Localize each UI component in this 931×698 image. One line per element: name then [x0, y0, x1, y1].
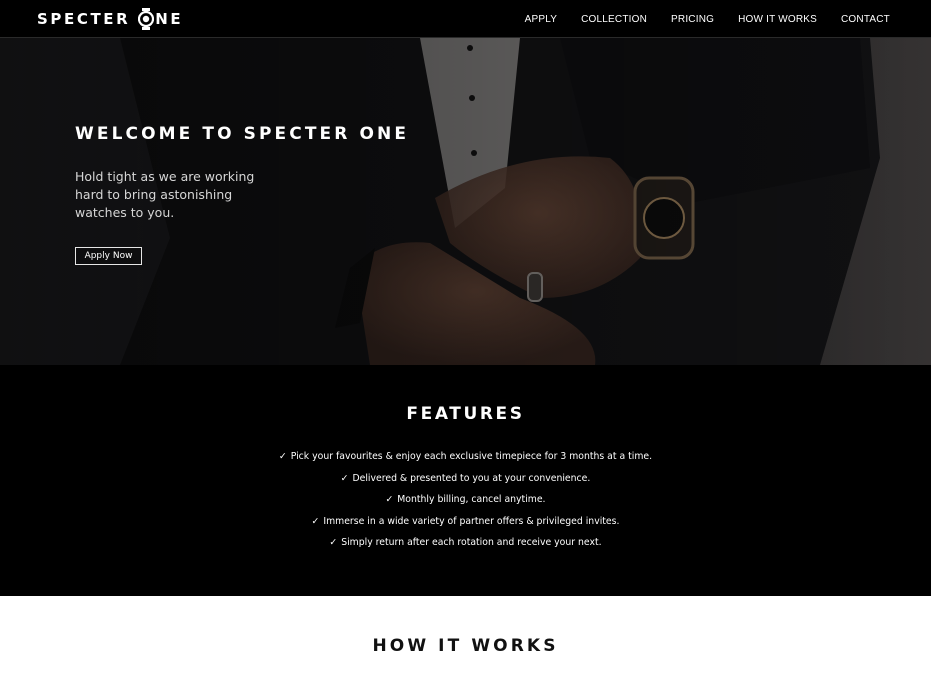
feature-text: Monthly billing, cancel anytime. — [397, 494, 546, 505]
navbar: SPECTER NE APPLY COLLECTION PRICING HOW … — [0, 0, 931, 38]
apply-now-button[interactable]: Apply Now — [75, 247, 142, 265]
main-nav: APPLY COLLECTION PRICING HOW IT WORKS CO… — [501, 0, 890, 38]
hero-subtitle: Hold tight as we are working hard to bri… — [75, 169, 255, 220]
logo-text-specter: SPECTER — [37, 10, 131, 28]
how-it-works-section: HOW IT WORKS — [0, 596, 931, 698]
feature-item: ✓ Immerse in a wide variety of partner of… — [0, 515, 931, 537]
feature-text: Delivered & presented to you at your con… — [352, 472, 591, 484]
check-icon: ✓ — [278, 451, 287, 462]
nav-apply[interactable]: APPLY — [525, 14, 558, 25]
feature-text: Simply return after each rotation and re… — [341, 537, 602, 548]
brand-logo[interactable]: SPECTER NE — [37, 8, 183, 30]
nav-pricing[interactable]: PRICING — [671, 14, 714, 25]
how-it-works-title: HOW IT WORKS — [372, 636, 559, 656]
watch-o-icon — [138, 8, 155, 30]
feature-text: Pick your favourites & enjoy each exclus… — [290, 451, 653, 462]
nav-contact[interactable]: CONTACT — [841, 14, 890, 25]
features-section: FEATURES ✓ Pick your favourites & enjoy e… — [0, 365, 931, 596]
check-icon: ✓ — [311, 515, 320, 527]
nav-collection[interactable]: COLLECTION — [581, 14, 647, 25]
check-icon: ✓ — [385, 494, 394, 505]
logo-text-ne: NE — [155, 10, 184, 28]
feature-item: ✓ Delivered & presented to you at your co… — [0, 472, 931, 494]
features-title: FEATURES — [406, 404, 525, 424]
check-icon: ✓ — [340, 472, 349, 484]
feature-item: ✓ Pick your favourites & enjoy each exclu… — [0, 450, 931, 472]
features-list: ✓ Pick your favourites & enjoy each exclu… — [0, 450, 931, 558]
logo-word-one: NE — [130, 8, 183, 30]
check-icon: ✓ — [329, 537, 338, 548]
nav-how-it-works[interactable]: HOW IT WORKS — [738, 14, 817, 25]
feature-item: ✓ Simply return after each rotation and r… — [0, 536, 931, 558]
hero-title: WELCOME TO SPECTER ONE — [75, 124, 410, 144]
hero-section: WELCOME TO SPECTER ONE Hold tight as we … — [0, 38, 931, 365]
feature-item: ✓ Monthly billing, cancel anytime. — [0, 493, 931, 515]
feature-text: Immerse in a wide variety of partner off… — [323, 515, 620, 527]
